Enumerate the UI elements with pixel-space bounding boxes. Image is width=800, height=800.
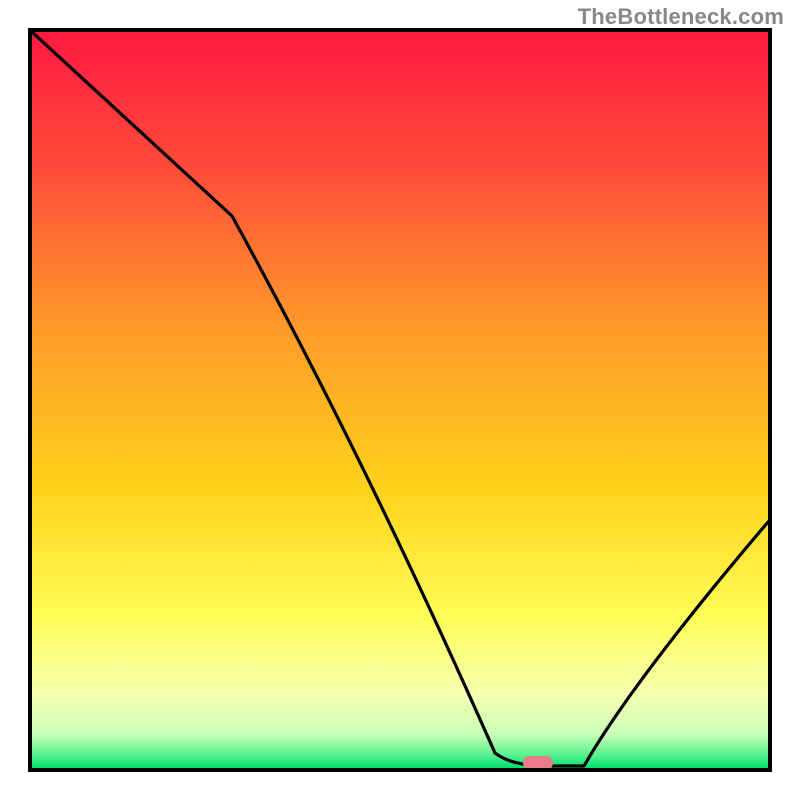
curve-path	[32, 32, 768, 766]
target-marker	[523, 756, 553, 770]
watermark-text: TheBottleneck.com	[578, 4, 784, 30]
bottleneck-curve	[32, 32, 768, 768]
chart-frame	[28, 28, 772, 772]
chart-stage: TheBottleneck.com	[0, 0, 800, 800]
